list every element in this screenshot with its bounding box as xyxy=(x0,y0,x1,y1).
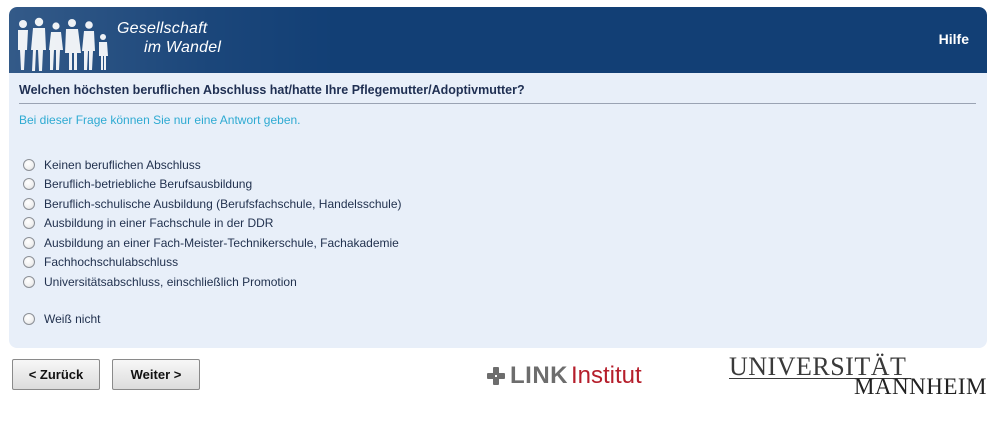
radio-button[interactable] xyxy=(23,256,35,269)
radio-button[interactable] xyxy=(23,158,35,171)
option-label: Fachhochschulabschluss xyxy=(44,255,179,270)
option-label: Ausbildung an einer Fach-Meister-Technik… xyxy=(44,235,399,250)
answer-options: Keinen beruflichen Abschluss Beruflich-b… xyxy=(23,155,402,329)
option-schulische-ausbildung[interactable]: Beruflich-schulische Ausbildung (Berufsf… xyxy=(23,194,402,214)
option-label: Universitätsabschluss, einschließlich Pr… xyxy=(44,274,297,289)
site-logo: Gesellschaft im Wandel xyxy=(117,19,221,57)
question-text: Welchen höchsten beruflichen Abschluss h… xyxy=(19,83,976,104)
option-betriebliche-ausbildung[interactable]: Beruflich-betriebliche Berufsausbildung xyxy=(23,175,402,195)
survey-panel: Gesellschaft im Wandel Hilfe Welchen höc… xyxy=(9,7,987,348)
logo-line-1: Gesellschaft xyxy=(117,20,208,37)
answer-instruction: Bei dieser Frage können Sie nur eine Ant… xyxy=(19,113,301,127)
option-label: Ausbildung in einer Fachschule in der DD… xyxy=(44,216,274,231)
header-bar: Gesellschaft im Wandel Hilfe xyxy=(9,7,987,73)
link-logo-bold: LINK xyxy=(510,362,568,389)
back-button[interactable]: < Zurück xyxy=(12,359,100,390)
radio-button[interactable] xyxy=(23,236,35,249)
next-button[interactable]: Weiter > xyxy=(112,359,200,390)
option-fachschule-ddr[interactable]: Ausbildung in einer Fachschule in der DD… xyxy=(23,214,402,234)
option-keinen-abschluss[interactable]: Keinen beruflichen Abschluss xyxy=(23,155,402,175)
logo-line-2: im Wandel xyxy=(144,39,222,56)
option-label: Beruflich-schulische Ausbildung (Berufsf… xyxy=(44,196,402,211)
radio-button[interactable] xyxy=(23,217,35,230)
option-universitaet[interactable]: Universitätsabschluss, einschließlich Pr… xyxy=(23,272,402,292)
radio-button[interactable] xyxy=(23,178,35,191)
people-silhouette-icon xyxy=(18,17,108,71)
link-cross-icon xyxy=(487,367,505,385)
option-fachakademie[interactable]: Ausbildung an einer Fach-Meister-Technik… xyxy=(23,233,402,253)
radio-button[interactable] xyxy=(23,313,35,326)
universitaet-mannheim-logo: UNIVERSITÄT MANNHEIM xyxy=(729,354,987,400)
option-label: Weiß nicht xyxy=(44,312,101,327)
option-label: Beruflich-betriebliche Berufsausbildung xyxy=(44,177,253,192)
uni-logo-line-2: MANNHEIM xyxy=(853,374,987,399)
option-weiss-nicht[interactable]: Weiß nicht xyxy=(23,310,402,330)
option-label: Keinen beruflichen Abschluss xyxy=(44,157,201,172)
link-institut-logo: LINK Institut xyxy=(486,362,642,390)
help-link[interactable]: Hilfe xyxy=(939,31,969,47)
radio-button[interactable] xyxy=(23,197,35,210)
radio-button[interactable] xyxy=(23,275,35,288)
option-fachhochschule[interactable]: Fachhochschulabschluss xyxy=(23,253,402,273)
link-logo-institut: Institut xyxy=(571,362,642,389)
